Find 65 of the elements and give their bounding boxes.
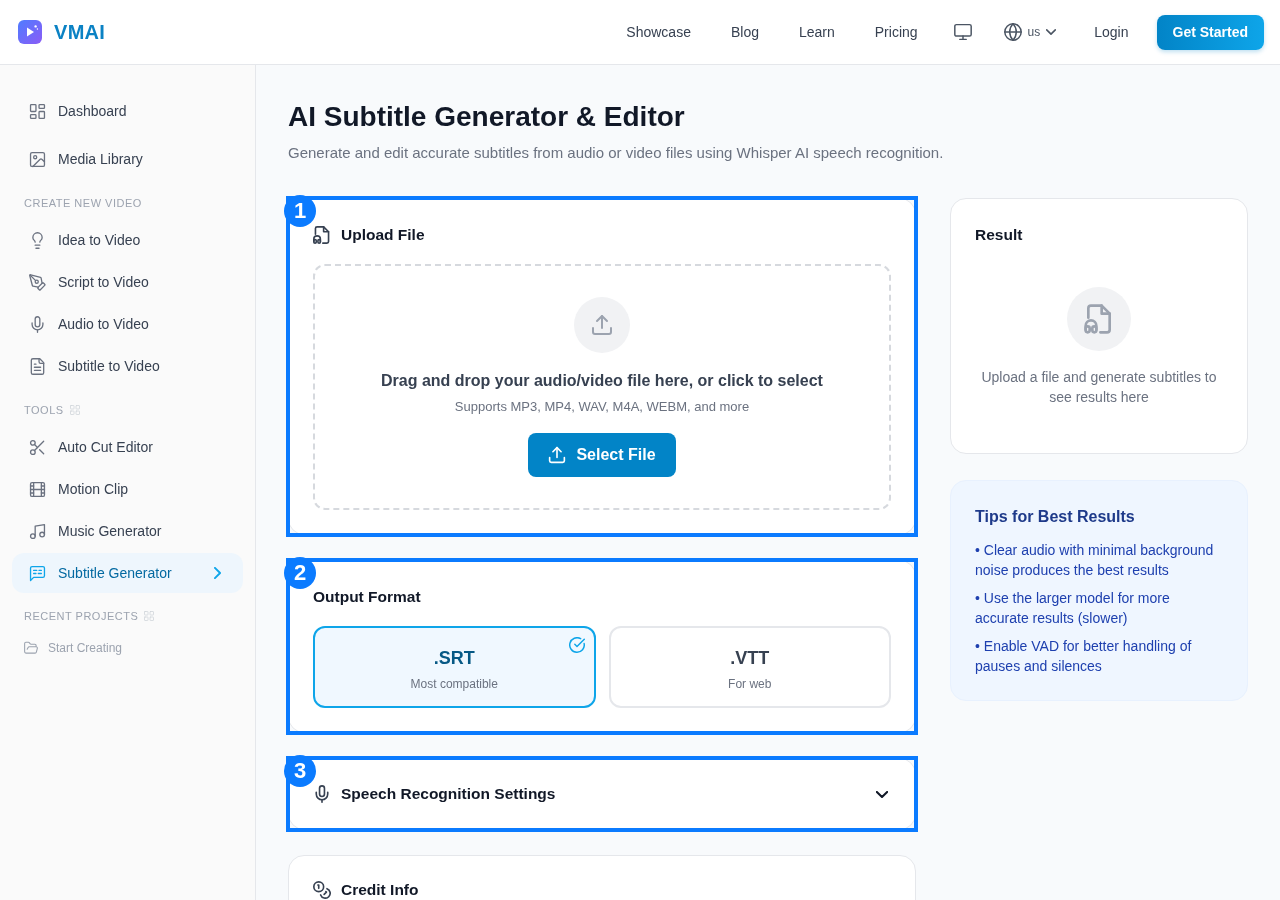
nav-link[interactable]: Learn	[798, 24, 835, 40]
sidebar-item[interactable]: Motion Clip	[12, 469, 243, 509]
nav-link[interactable]: Blog	[730, 24, 759, 40]
section-heading: TOOLS	[24, 404, 64, 416]
sidebar-item[interactable]: Idea to Video	[12, 220, 243, 260]
check-circle-icon	[568, 637, 585, 653]
image-icon	[29, 150, 46, 168]
section-heading: RECENT PROJECTS	[24, 610, 139, 622]
music-note-icon	[29, 522, 46, 540]
sidebar-item[interactable]: Subtitle to Video	[12, 346, 243, 386]
film-icon	[29, 480, 46, 498]
tip-text: • Clear audio with minimal background noise produces the best results	[975, 541, 1215, 580]
scissors-icon	[29, 438, 46, 456]
microphone-icon	[29, 315, 46, 333]
sidebar-item[interactable]: Auto Cut Editor	[12, 427, 243, 467]
upload-icon	[548, 446, 567, 464]
annotation-number: 2	[284, 557, 316, 589]
brand-name[interactable]: VMAI	[54, 20, 106, 44]
sidebar-item[interactable]: Media Library	[12, 139, 243, 179]
tips-title: Tips for Best Results	[975, 507, 1136, 527]
tip-text: • Enable VAD for better handling of pauses and silences	[975, 637, 1193, 676]
upload-icon	[574, 297, 630, 353]
file-audio-icon	[313, 226, 331, 244]
login-link[interactable]: Login	[1094, 24, 1129, 40]
drop-zone[interactable]: Drag and drop your audio/video file here, or click to select Supports MP3, MP4, WAV, M4A, WEBM, and more Select File	[313, 264, 891, 510]
pen-nib-icon	[29, 273, 46, 291]
card-title: Credit Info	[341, 881, 419, 899]
monitor-icon[interactable]	[953, 23, 972, 41]
chevron-down-icon	[1046, 29, 1057, 35]
card-title: Output Format	[313, 588, 421, 606]
sidebar-item[interactable]: Script to Video	[12, 262, 243, 302]
nav-link[interactable]: Pricing	[874, 24, 918, 40]
drop-prompt: Drag and drop your audio/video file here, or click to select	[381, 371, 823, 391]
file-audio-icon	[1067, 287, 1131, 351]
logo-icon[interactable]	[18, 20, 42, 44]
globe-icon	[1003, 23, 1022, 41]
speech-settings-toggle[interactable]: Speech Recognition Settings	[313, 782, 891, 806]
chevron-right-icon	[214, 567, 221, 579]
select-file-button[interactable]: Select File	[528, 433, 676, 477]
lightbulb-icon	[29, 231, 46, 249]
sidebar-item[interactable]: Dashboard	[12, 91, 243, 131]
format-option[interactable]: .SRT Most compatible	[313, 626, 596, 708]
section-heading: CREATE NEW VIDEO	[24, 197, 142, 209]
get-started-button[interactable]: Get Started	[1156, 14, 1264, 50]
chat-bubble-icon	[29, 564, 46, 582]
sidebar-item[interactable]: Audio to Video	[12, 304, 243, 344]
document-icon	[29, 357, 46, 375]
card-title: Upload File	[341, 226, 425, 244]
annotation-number: 3	[284, 755, 316, 787]
layout-icon	[29, 102, 46, 120]
page-title: AI Subtitle Generator & Editor	[288, 100, 686, 134]
microphone-icon	[313, 785, 331, 803]
supported-formats: Supports MP3, MP4, WAV, M4A, WEBM, and more	[454, 398, 750, 416]
sidebar-item[interactable]: Music Generator	[12, 511, 243, 551]
format-option[interactable]: .VTT For web	[608, 626, 891, 708]
nav-link[interactable]: Showcase	[626, 24, 691, 40]
annotation-number: 1	[284, 195, 316, 227]
empty-state-message: Upload a file and generate subtitles to see results here	[980, 368, 1218, 407]
coins-icon	[313, 881, 331, 899]
sidebar-item[interactable]: Subtitle Generator	[12, 553, 243, 593]
folder-icon	[24, 641, 38, 655]
card-title: Result	[975, 226, 1023, 244]
language-selector[interactable]: us	[1003, 23, 1057, 41]
tip-text: • Use the larger model for more accurate results (slower)	[975, 589, 1171, 628]
page-subtitle: Generate and edit accurate subtitles from audio or video files using Whisper AI speech recognition.	[288, 143, 945, 163]
